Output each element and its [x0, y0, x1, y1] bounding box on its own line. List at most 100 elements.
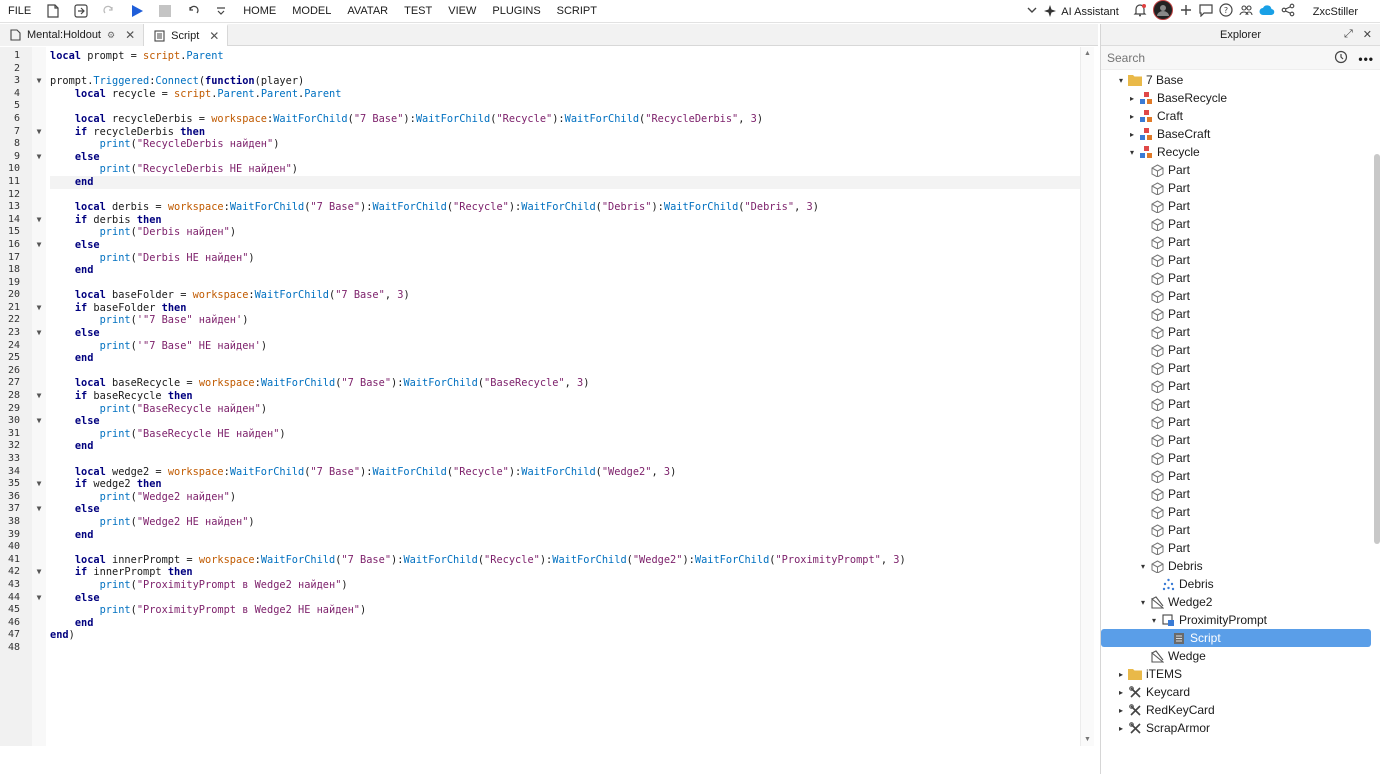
share-icon[interactable] — [1281, 3, 1295, 20]
explorer-node-part[interactable]: Part — [1101, 251, 1379, 269]
code-line[interactable]: 3 ▼ prompt.Triggered:Connect(function(play… — [14, 75, 1080, 88]
menu-model[interactable]: MODEL — [284, 5, 339, 17]
stop-icon[interactable] — [157, 3, 173, 19]
fold-arrow-icon[interactable]: ▼ — [34, 503, 44, 516]
code-line[interactable]: 10 print("RecycleDerbis НЕ найден") — [8, 163, 1080, 176]
cloud-icon[interactable] — [1259, 4, 1275, 19]
tab-script[interactable]: Script ✕ — [144, 24, 229, 46]
code-line[interactable]: 32 end — [8, 440, 1080, 453]
code-line[interactable]: 11 end — [8, 175, 1080, 189]
menu-home[interactable]: HOME — [235, 5, 284, 17]
collapsed-arrow-icon[interactable]: ▸ — [1127, 94, 1137, 103]
new-file-icon[interactable] — [45, 3, 61, 19]
explorer-node-debris[interactable]: Debris — [1101, 575, 1379, 593]
explorer-node-wedge2[interactable]: ▾ Wedge2 — [1101, 593, 1379, 611]
explorer-node-part[interactable]: Part — [1101, 179, 1379, 197]
collapsed-arrow-icon[interactable]: ▸ — [1116, 688, 1126, 697]
explorer-node-part[interactable]: Part — [1101, 521, 1379, 539]
explorer-node-basecraft[interactable]: ▸ BaseCraft — [1101, 125, 1379, 143]
customize-toolbar-icon[interactable] — [213, 3, 229, 19]
explorer-node-part[interactable]: Part — [1101, 305, 1379, 323]
explorer-node-debris[interactable]: ▾ Debris — [1101, 557, 1379, 575]
redo-icon[interactable] — [101, 3, 117, 19]
explorer-search-input[interactable] — [1107, 50, 1307, 65]
ai-assistant-button[interactable]: AI Assistant — [1044, 5, 1119, 18]
code-line[interactable]: 23 ▼ else — [8, 327, 1080, 340]
code-line[interactable]: 43 print("ProximityPrompt в Wedge2 найде… — [8, 579, 1080, 592]
collapsed-arrow-icon[interactable]: ▸ — [1116, 670, 1126, 679]
code-line[interactable]: 7 ▼ if recycleDerbis then — [14, 126, 1080, 139]
code-line[interactable]: 22 print('"7 Base" найден') — [8, 314, 1080, 327]
collapsed-arrow-icon[interactable]: ▸ — [1116, 724, 1126, 733]
code-line[interactable]: 25 end — [8, 352, 1080, 365]
code-line[interactable]: 9 ▼ else — [14, 151, 1080, 164]
expanded-arrow-icon[interactable]: ▾ — [1149, 616, 1159, 625]
menu-script[interactable]: SCRIPT — [549, 5, 605, 17]
code-line[interactable]: 6 local recycleDerbis = workspace:WaitFo… — [14, 113, 1080, 126]
explorer-node-part[interactable]: Part — [1101, 269, 1379, 287]
explorer-node-part[interactable]: Part — [1101, 503, 1379, 521]
fold-arrow-icon[interactable]: ▼ — [34, 478, 44, 491]
explorer-node-part[interactable]: Part — [1101, 359, 1379, 377]
menu-file[interactable]: FILE — [0, 5, 39, 17]
code-line[interactable]: 8 print("RecycleDerbis найден") — [14, 138, 1080, 151]
expanded-arrow-icon[interactable]: ▾ — [1127, 148, 1137, 157]
code-line[interactable]: 4 local recycle = script.Parent.Parent.P… — [14, 88, 1080, 101]
explorer-node-baserecycle[interactable]: ▸ BaseRecycle — [1101, 89, 1379, 107]
close-icon[interactable]: ✕ — [125, 28, 135, 42]
code-line[interactable]: 13 local derbis = workspace:WaitForChild… — [8, 201, 1080, 214]
undock-icon[interactable]: ⤢ — [1344, 28, 1353, 41]
explorer-node-part[interactable]: Part — [1101, 197, 1379, 215]
code-line[interactable]: 30 ▼ else — [8, 415, 1080, 428]
explorer-node-keycard[interactable]: ▸ Keycard — [1101, 683, 1379, 701]
collapsed-arrow-icon[interactable]: ▸ — [1127, 112, 1137, 121]
code-line[interactable]: 14 ▼ if derbis then — [8, 214, 1080, 227]
explorer-node-part[interactable]: Part — [1101, 539, 1379, 557]
explorer-node-craft[interactable]: ▸ Craft — [1101, 107, 1379, 125]
code-line[interactable]: 29 print("BaseRecycle найден") — [8, 403, 1080, 416]
menu-avatar[interactable]: AVATAR — [339, 5, 396, 17]
close-icon[interactable]: ✕ — [209, 29, 219, 43]
code-line[interactable]: 44 ▼ else — [8, 592, 1080, 605]
explorer-node-part[interactable]: Part — [1101, 323, 1379, 341]
explorer-node-part[interactable]: Part — [1101, 377, 1379, 395]
code-line[interactable]: 31 print("BaseRecycle НЕ найден") — [8, 428, 1080, 441]
play-icon[interactable] — [129, 3, 145, 19]
username[interactable]: ZxcStiller — [1313, 6, 1358, 18]
code-line[interactable]: 41 local innerPrompt = workspace:WaitFor… — [8, 554, 1080, 567]
code-line[interactable]: 20 local baseFolder = workspace:WaitForC… — [8, 289, 1080, 302]
explorer-node-part[interactable]: Part — [1101, 431, 1379, 449]
menu-plugins[interactable]: PLUGINS — [484, 5, 548, 17]
code-line[interactable]: 36 print("Wedge2 найден") — [8, 491, 1080, 504]
expanded-arrow-icon[interactable]: ▾ — [1116, 76, 1126, 85]
code-line[interactable]: 46 end — [8, 617, 1080, 630]
collapsed-arrow-icon[interactable]: ▸ — [1127, 130, 1137, 139]
code-line[interactable]: 28 ▼ if baseRecycle then — [8, 390, 1080, 403]
code-line[interactable]: 35 ▼ if wedge2 then — [8, 478, 1080, 491]
explorer-node-part[interactable]: Part — [1101, 287, 1379, 305]
fold-arrow-icon[interactable]: ▼ — [34, 214, 44, 227]
code-line[interactable]: 24 print('"7 Base" НЕ найден') — [8, 340, 1080, 353]
chevron-down-icon[interactable] — [1026, 4, 1038, 19]
code-line[interactable]: 33 — [8, 453, 1080, 466]
code-line[interactable]: 37 ▼ else — [8, 503, 1080, 516]
fold-arrow-icon[interactable]: ▼ — [34, 390, 44, 403]
explorer-node-part[interactable]: Part — [1101, 233, 1379, 251]
code-line[interactable]: 48 — [8, 642, 1080, 655]
expanded-arrow-icon[interactable]: ▾ — [1138, 562, 1148, 571]
code-line[interactable]: 34 local wedge2 = workspace:WaitForChild… — [8, 466, 1080, 479]
explorer-scrollbar[interactable] — [1374, 154, 1380, 544]
fold-arrow-icon[interactable]: ▼ — [34, 415, 44, 428]
chat-icon[interactable] — [1199, 3, 1213, 20]
history-icon[interactable] — [1334, 50, 1348, 67]
code-line[interactable]: 19 — [8, 277, 1080, 290]
code-line[interactable]: 45 print("ProximityPrompt в Wedge2 НЕ на… — [8, 604, 1080, 617]
script-editor[interactable]: 1 local prompt = script.Parent 2 3 ▼ prompt.T… — [0, 47, 1094, 746]
code-line[interactable]: 21 ▼ if baseFolder then — [8, 302, 1080, 315]
explorer-node-part[interactable]: Part — [1101, 467, 1379, 485]
code-line[interactable]: 38 print("Wedge2 НЕ найден") — [8, 516, 1080, 529]
explorer-node-7-base[interactable]: ▾ 7 Base — [1101, 71, 1379, 89]
explorer-node-scraparmor[interactable]: ▸ ScrapArmor — [1101, 719, 1379, 737]
fold-arrow-icon[interactable]: ▼ — [34, 75, 44, 88]
scroll-up-icon[interactable]: ▲ — [1084, 50, 1091, 57]
